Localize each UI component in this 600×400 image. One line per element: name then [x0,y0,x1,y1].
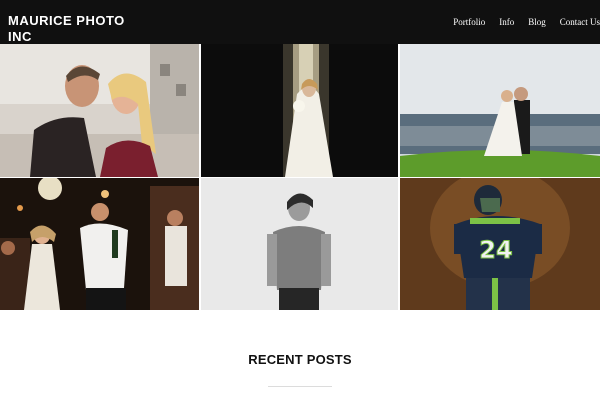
nav-contact-us[interactable]: Contact Us [560,16,600,28]
portrait-man-photo-image [201,178,398,310]
wedding-hill-photo-image [400,44,600,177]
gallery-photo-football-player[interactable]: 24 [400,178,600,310]
section-divider [268,386,332,387]
reception-photo-image [0,178,199,310]
couple-photo-image [0,44,199,177]
nav-portfolio[interactable]: Portfolio [453,16,485,28]
nav-info[interactable]: Info [499,16,514,28]
bride-photo-image [201,44,398,177]
photo-gallery: 24 [0,44,600,310]
nav-blog[interactable]: Blog [528,16,546,28]
gallery-photo-wedding-hill[interactable] [400,44,600,177]
gallery-photo-bride-doorway[interactable] [201,44,398,177]
svg-text:24: 24 [479,236,512,264]
football-player-photo-image: 24 [400,178,600,310]
main-nav: Portfolio Info Blog Contact Us [439,16,600,28]
gallery-photo-reception[interactable] [0,178,199,310]
gallery-photo-couple[interactable] [0,44,199,177]
site-title[interactable]: MAURICE PHOTO INC [8,13,148,45]
recent-posts-heading: RECENT POSTS [248,352,352,367]
gallery-photo-portrait-man[interactable] [201,178,398,310]
